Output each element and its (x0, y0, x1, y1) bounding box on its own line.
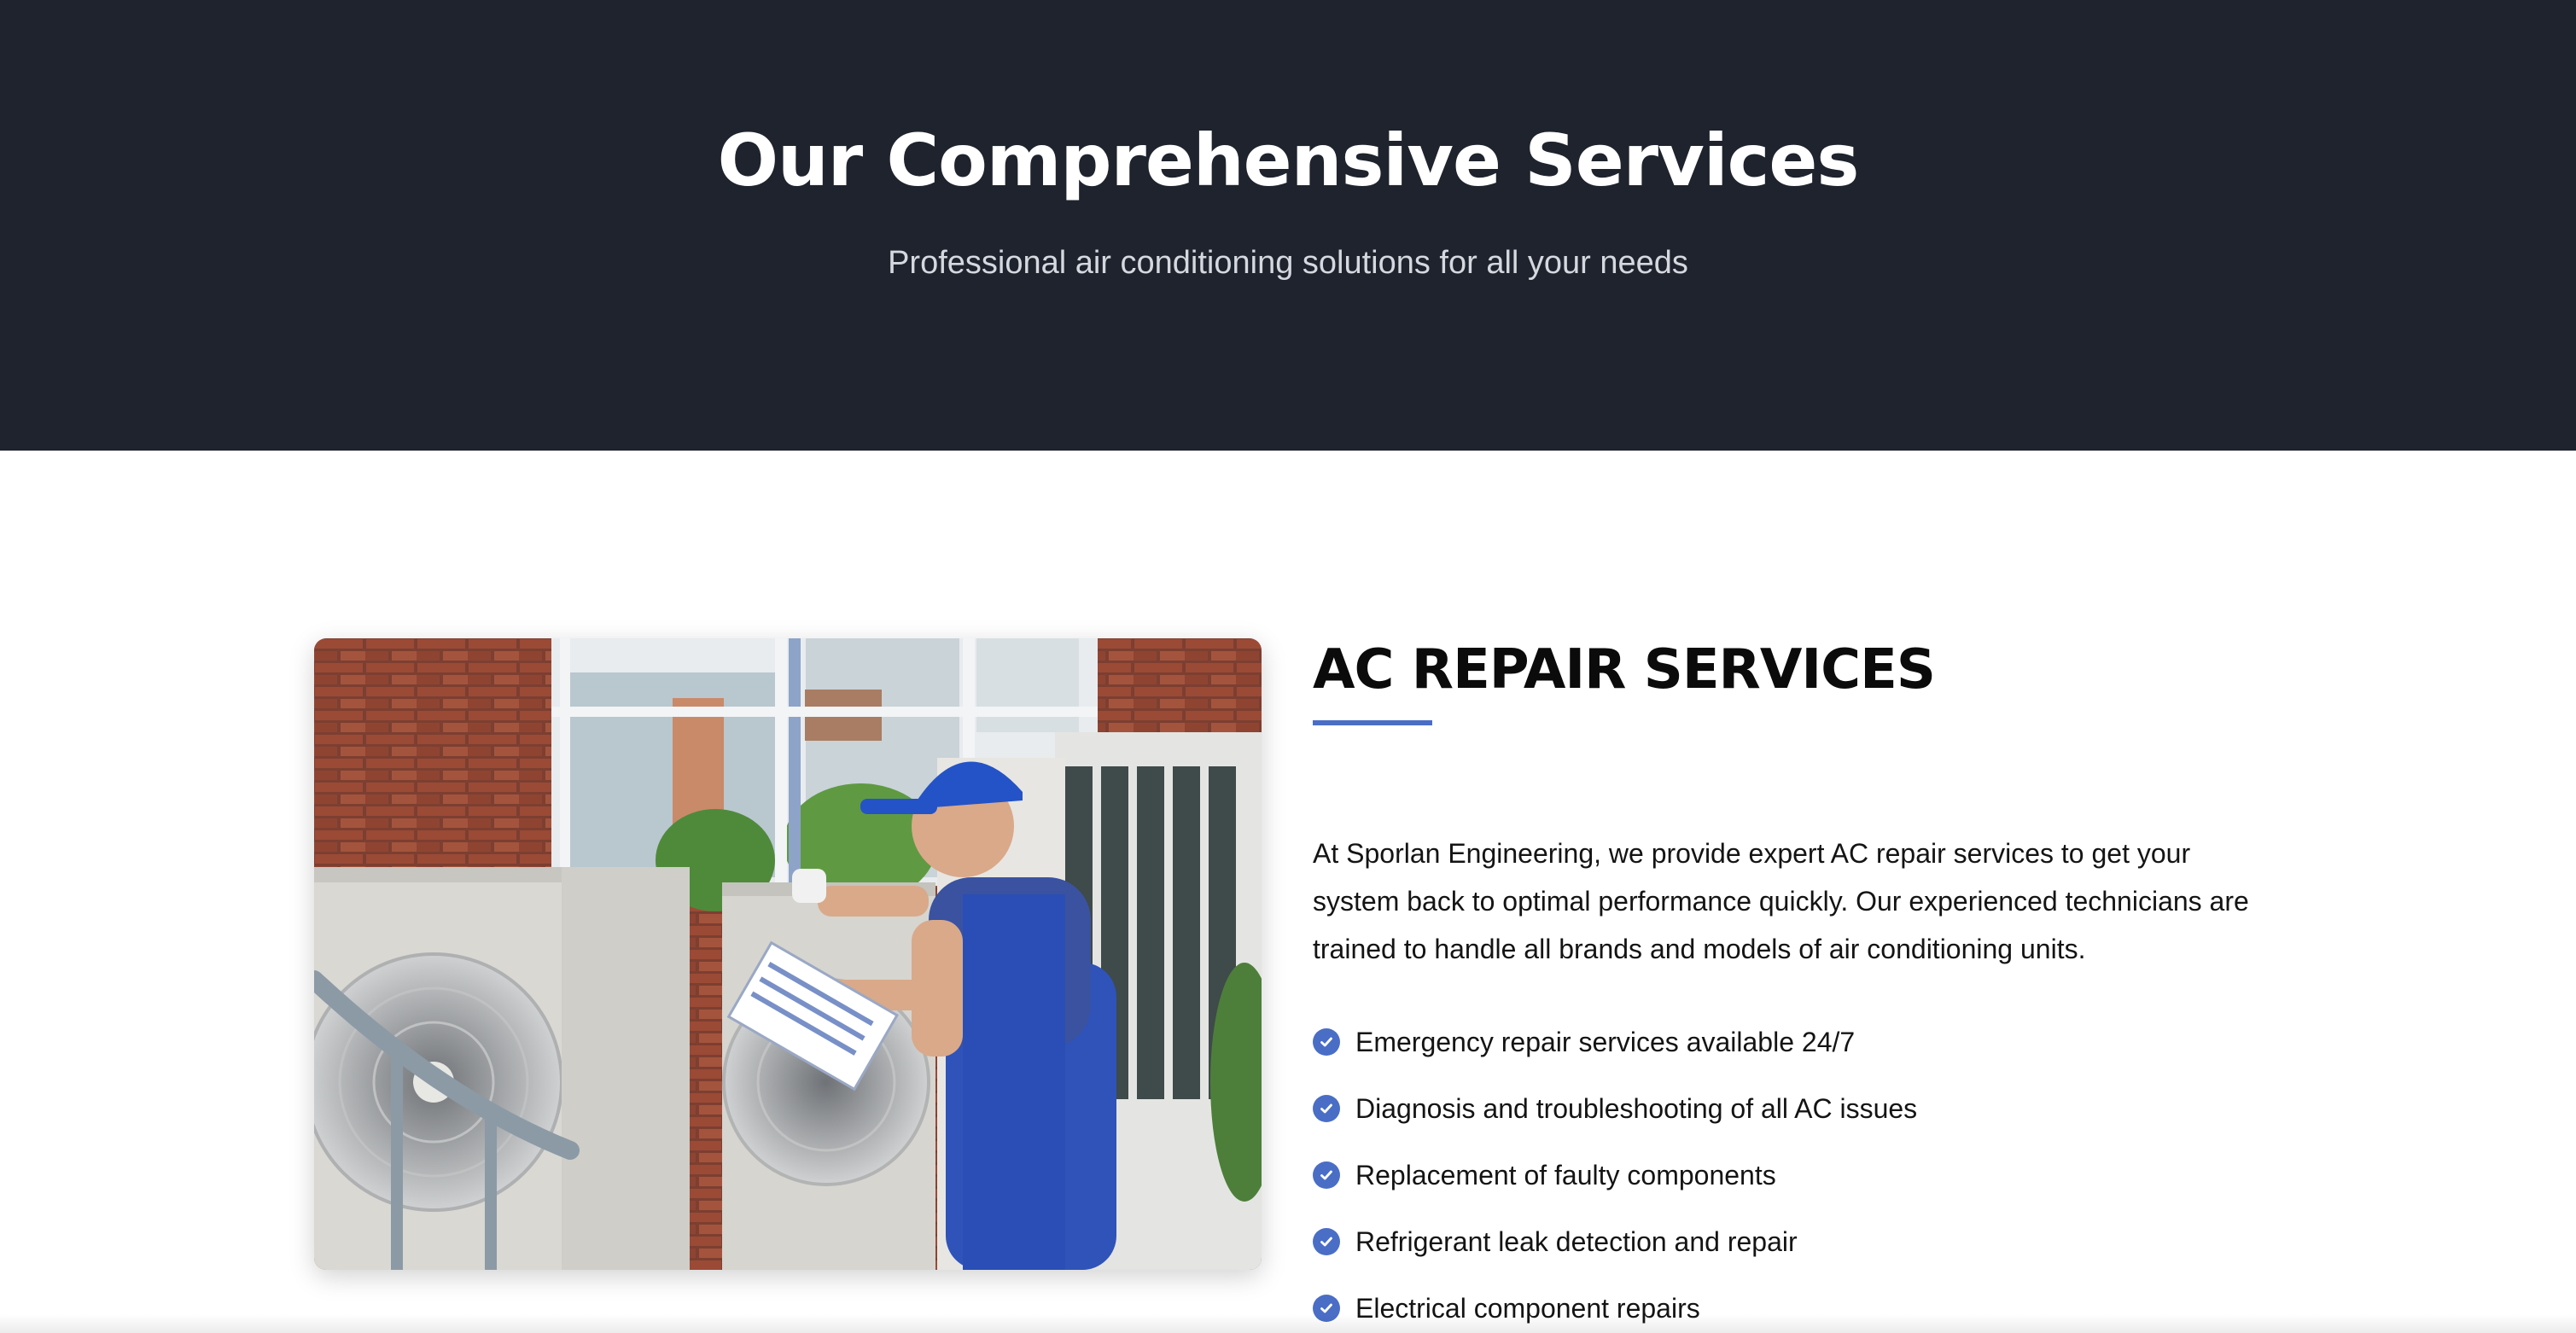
check-circle-icon (1313, 1028, 1340, 1056)
feature-label: Refrigerant leak detection and repair (1355, 1225, 1798, 1257)
feature-label: Electrical component repairs (1355, 1292, 1700, 1324)
check-circle-icon (1313, 1095, 1340, 1122)
feature-item: Electrical component repairs (1313, 1275, 2277, 1333)
feature-label: Diagnosis and troubleshooting of all AC … (1355, 1092, 1918, 1124)
feature-label: Emergency repair services available 24/7 (1355, 1026, 1856, 1057)
technician-photo (314, 638, 1262, 1270)
check-circle-icon (1313, 1295, 1340, 1322)
feature-item: Replacement of faulty components (1313, 1142, 2277, 1208)
feature-item: Emergency repair services available 24/7 (1313, 1009, 2277, 1075)
feature-list: Emergency repair services available 24/7… (1313, 1009, 2277, 1333)
title-underline (1313, 720, 1432, 725)
hero-banner: Our Comprehensive Services Professional … (0, 0, 2576, 451)
hero-subtitle: Professional air conditioning solutions … (888, 245, 1688, 281)
ac-repair-section: AC REPAIR SERVICES At Sporlan Engineerin… (1313, 632, 2277, 1333)
hero-title: Our Comprehensive Services (717, 119, 1860, 202)
feature-label: Replacement of faulty components (1355, 1159, 1776, 1190)
feature-item: Diagnosis and troubleshooting of all AC … (1313, 1075, 2277, 1142)
service-description: At Sporlan Engineering, we provide exper… (1313, 838, 2249, 964)
service-title: AC REPAIR SERVICES (1313, 638, 1936, 701)
check-circle-icon (1313, 1228, 1340, 1255)
check-circle-icon (1313, 1161, 1340, 1189)
feature-item: Refrigerant leak detection and repair (1313, 1208, 2277, 1275)
